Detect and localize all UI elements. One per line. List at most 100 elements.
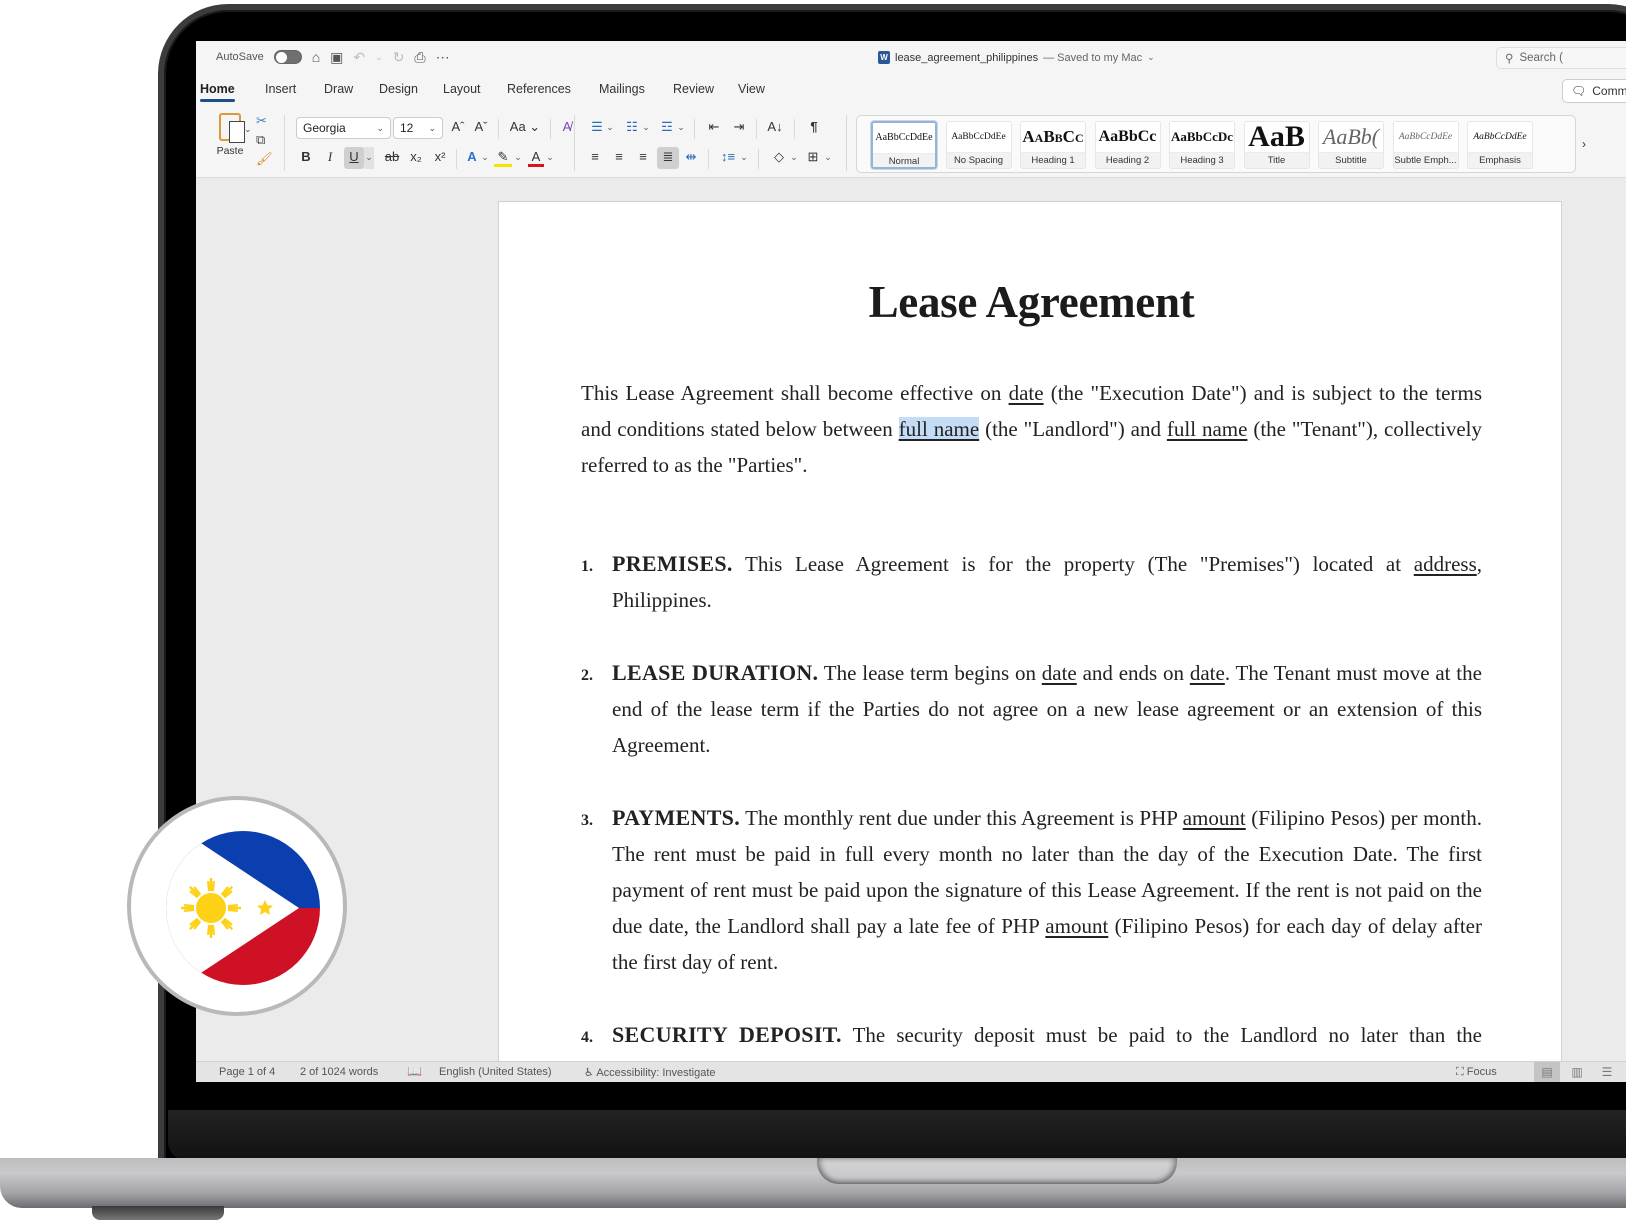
tab-view[interactable]: View [738, 82, 765, 102]
print-icon[interactable]: ⎙ [414, 50, 425, 64]
shading-chevron-icon[interactable]: ⌄ [790, 147, 798, 169]
subscript-button[interactable]: x₂ [409, 147, 423, 169]
cut-icon[interactable]: ✂ [256, 113, 273, 129]
text-direction-icon[interactable]: ⇹ [682, 147, 700, 169]
proofing-icon[interactable]: 📖 [407, 1064, 422, 1078]
align-left-icon[interactable]: ≡ [586, 147, 604, 169]
word-window: AutoSave ⌂ ▣ ↶ ⌄ ↻ ⎙ ⋯ W lease_agreement… [196, 41, 1626, 1082]
field-late-fee-amount[interactable]: amount [1045, 914, 1108, 938]
multilevel-list-icon[interactable]: ☲ [658, 117, 676, 139]
bullets-icon[interactable]: ☰ [588, 117, 606, 139]
borders-chevron-icon[interactable]: ⌄ [824, 147, 832, 169]
decrease-indent-icon[interactable]: ⇤ [705, 117, 723, 139]
style-emphasis[interactable]: AaBbCcDdEe Emphasis [1467, 121, 1533, 169]
style-title[interactable]: AaB Title [1243, 121, 1310, 169]
comments-button[interactable]: 🗨 Comm [1562, 79, 1626, 103]
language[interactable]: English (United States) [439, 1066, 552, 1078]
format-painter-icon[interactable]: 🖌 [256, 151, 273, 167]
italic-button[interactable]: I [323, 147, 337, 169]
justify-icon[interactable]: ≣ [657, 147, 679, 169]
numbering-icon[interactable]: ☷ [623, 117, 641, 139]
document-title[interactable]: W lease_agreement_philippines — Saved to… [878, 51, 1155, 64]
print-layout-view-icon[interactable]: ▤ [1534, 1062, 1560, 1082]
outline-view-icon[interactable]: ☰ [1594, 1062, 1620, 1082]
document-page[interactable]: Lease Agreement This Lease Agreement sha… [498, 201, 1562, 1082]
borders-icon[interactable]: ⊞ [804, 147, 822, 169]
line-spacing-chevron-icon[interactable]: ⌄ [740, 147, 748, 169]
search-input[interactable]: ⚲ Search ( [1496, 47, 1626, 69]
field-rent-amount[interactable]: amount [1183, 806, 1246, 830]
multilevel-chevron-icon[interactable]: ⌄ [677, 117, 685, 139]
style-subtitle[interactable]: AaBb(Subtitle [1318, 121, 1384, 169]
tab-home[interactable]: Home [200, 82, 235, 102]
tab-references[interactable]: References [507, 82, 571, 102]
align-right-icon[interactable]: ≡ [634, 147, 652, 169]
text-effects-icon[interactable]: A [464, 147, 480, 169]
shrink-font-icon[interactable]: Aˇ [473, 117, 489, 139]
show-formatting-marks-icon[interactable]: ¶ [806, 117, 822, 139]
bold-button[interactable]: B [299, 147, 313, 169]
strikethrough-button[interactable]: ab [383, 147, 401, 169]
field-end-date[interactable]: date [1190, 661, 1225, 685]
tab-review[interactable]: Review [673, 82, 714, 102]
focus-button[interactable]: ⛶ Focus [1456, 1066, 1497, 1079]
highlight-color-icon[interactable]: ✎ [494, 147, 512, 167]
field-start-date[interactable]: date [1042, 661, 1077, 685]
accessibility-status[interactable]: ♿︎ Accessibility: Investigate [584, 1066, 716, 1079]
redo-icon[interactable]: ↻ [393, 50, 405, 64]
style-heading-1[interactable]: AaBbCc Heading 1 [1020, 121, 1086, 169]
comment-icon: 🗨 [1571, 84, 1587, 98]
numbering-chevron-icon[interactable]: ⌄ [642, 117, 650, 139]
font-color-icon[interactable]: A [528, 147, 544, 167]
undo-icon[interactable]: ↶ [353, 50, 365, 64]
style-subtle-emph[interactable]: AaBbCcDdEe Subtle Emph... [1392, 121, 1459, 169]
underline-button[interactable]: U [344, 147, 364, 169]
title-bar: AutoSave ⌂ ▣ ↶ ⌄ ↻ ⎙ ⋯ W lease_agreement… [196, 41, 1626, 75]
page-count[interactable]: Page 1 of 4 [219, 1066, 275, 1078]
home-icon[interactable]: ⌂ [312, 50, 320, 64]
shading-icon[interactable]: ◇ [770, 147, 788, 169]
underline-options-chevron-icon[interactable]: ⌄ [364, 147, 374, 169]
tab-draw[interactable]: Draw [324, 82, 353, 102]
paste-label: Paste [216, 145, 244, 157]
sort-icon[interactable]: A↓ [764, 117, 786, 139]
style-sample: AaBbCcDc [1170, 129, 1234, 144]
superscript-button[interactable]: x² [433, 147, 447, 169]
style-heading-3[interactable]: AaBbCcDc Heading 3 [1169, 121, 1235, 169]
word-count[interactable]: 2 of 1024 words [300, 1066, 378, 1078]
line-spacing-icon[interactable]: ↕≡ [718, 147, 738, 169]
ribbon-tabs: Home Insert Draw Design Layout Reference… [196, 75, 1626, 109]
font-name-value: Georgia [303, 121, 346, 135]
field-address[interactable]: address [1414, 552, 1477, 576]
undo-dropdown-chevron-icon[interactable]: ⌄ [375, 50, 383, 64]
font-color-chevron-icon[interactable]: ⌄ [546, 147, 554, 169]
autosave-toggle[interactable] [273, 50, 302, 64]
style-heading-2[interactable]: AaBbCc Heading 2 [1094, 121, 1161, 169]
copy-icon[interactable]: ⧉ [256, 132, 273, 148]
tab-mailings[interactable]: Mailings [599, 82, 645, 102]
field-tenant-name[interactable]: full name [1167, 417, 1248, 441]
tab-design[interactable]: Design [379, 82, 418, 102]
style-no-spacing[interactable]: AaBbCcDdEe No Spacing [945, 121, 1012, 169]
style-normal[interactable]: AaBbCcDdEe Normal [871, 121, 937, 169]
highlight-chevron-icon[interactable]: ⌄ [514, 147, 522, 169]
font-size-select[interactable]: 12 ⌄ [393, 117, 443, 139]
field-date[interactable]: date [1009, 381, 1044, 405]
laptop-notch [817, 1158, 1177, 1184]
more-options-icon[interactable]: ⋯ [436, 50, 450, 64]
bullets-chevron-icon[interactable]: ⌄ [606, 117, 614, 139]
align-center-icon[interactable]: ≡ [610, 147, 628, 169]
grow-font-icon[interactable]: Aˆ [450, 117, 466, 139]
web-layout-view-icon[interactable]: ▥ [1564, 1062, 1590, 1082]
chevron-right-icon[interactable]: › [1582, 137, 1586, 151]
field-landlord-name[interactable]: full name [898, 417, 980, 441]
tab-layout[interactable]: Layout [443, 82, 481, 102]
change-case-button[interactable]: Aa ⌄ [508, 117, 542, 139]
text-effects-chevron-icon[interactable]: ⌄ [481, 147, 489, 169]
increase-indent-icon[interactable]: ⇥ [730, 117, 748, 139]
tab-insert[interactable]: Insert [265, 82, 296, 102]
paste-options-chevron-icon[interactable]: ⌄ [244, 119, 252, 141]
font-name-select[interactable]: Georgia ⌄ [296, 117, 391, 139]
clause-heading: PREMISES. [612, 551, 733, 576]
save-icon[interactable]: ▣ [330, 50, 343, 64]
